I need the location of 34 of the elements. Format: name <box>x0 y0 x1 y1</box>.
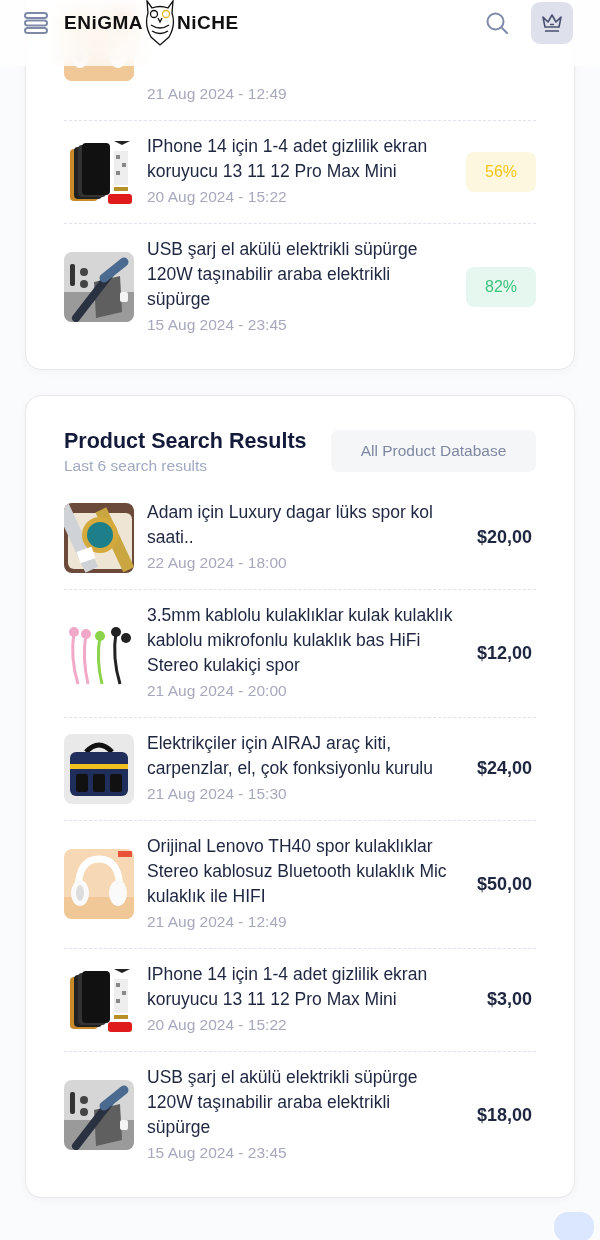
product-price: $12,00 <box>475 642 532 664</box>
score-badge: 56% <box>466 151 536 192</box>
product-price: $18,00 <box>475 1104 532 1126</box>
product-title: Adam için Luxury dagar lüks spor kol saati.. <box>147 501 434 549</box>
product-date: 15 Aug 2024 - 23:45 <box>147 315 288 335</box>
product-title: IPhone 14 için 1-4 adet gizlilik ekran koruyucu 13 11 12 Pro Max Mini <box>147 135 429 183</box>
product-date: 20 Aug 2024 - 15:22 <box>147 1015 288 1035</box>
crown-icon <box>541 13 563 33</box>
product-date: 21 Aug 2024 - 12:49 <box>147 84 288 104</box>
product-title: Elektrikçiler için AIRAJ araç kiti, carpenzlar, el, çok fonksiyonlu kurulu <box>147 732 434 780</box>
product-title: 3.5mm kablolu kulaklıklar kulak kulaklık kablolu mikrofonlu kulaklık bas HiFi Stereo kulakiçi spor <box>147 604 454 677</box>
section-subtitle: Last 6 search results <box>64 457 208 475</box>
product-date: 15 Aug 2024 - 23:45 <box>147 1143 288 1163</box>
premium-button[interactable] <box>531 2 573 44</box>
product-date: 21 Aug 2024 - 12:49 <box>147 912 288 932</box>
search-icon[interactable] <box>485 11 509 35</box>
product-date: 21 Aug 2024 - 20:00 <box>147 681 288 701</box>
product-price: $3,00 <box>485 989 532 1010</box>
product-title: Orijinal Lenovo TH40 spor kulaklıklar Stereo kablosuz Bluetooth kulaklık Mic kulaklık ile HIFI <box>147 835 448 908</box>
logo-text: NiCHE <box>177 12 239 34</box>
menu-icon[interactable] <box>24 12 48 34</box>
product-price: $20,00 <box>475 527 532 548</box>
product-title: IPhone 14 için 1-4 adet gizlilik ekran koruyucu 13 11 12 Pro Max Mini <box>147 963 429 1011</box>
product-title: USB şarj el akülü elektrikli süpürge 120W taşınabilir araba elektrikli süpürge <box>147 238 419 311</box>
score-badge: 82% <box>466 267 536 307</box>
product-date: 21 Aug 2024 - 15:30 <box>147 784 288 804</box>
database-button[interactable]: All Product Database <box>331 430 536 472</box>
product-price: $24,00 <box>475 758 532 779</box>
logo-text: ENiGMA <box>64 12 143 34</box>
product-price: $50,00 <box>475 873 532 895</box>
product-date: 22 Aug 2024 - 18:00 <box>147 553 288 573</box>
product-date: 20 Aug 2024 - 15:22 <box>147 187 288 207</box>
product-title: USB şarj el akülü elektrikli süpürge 120W taşınabilir araba elektrikli süpürge <box>147 1066 419 1139</box>
section-title: Product Search Results <box>64 428 307 454</box>
